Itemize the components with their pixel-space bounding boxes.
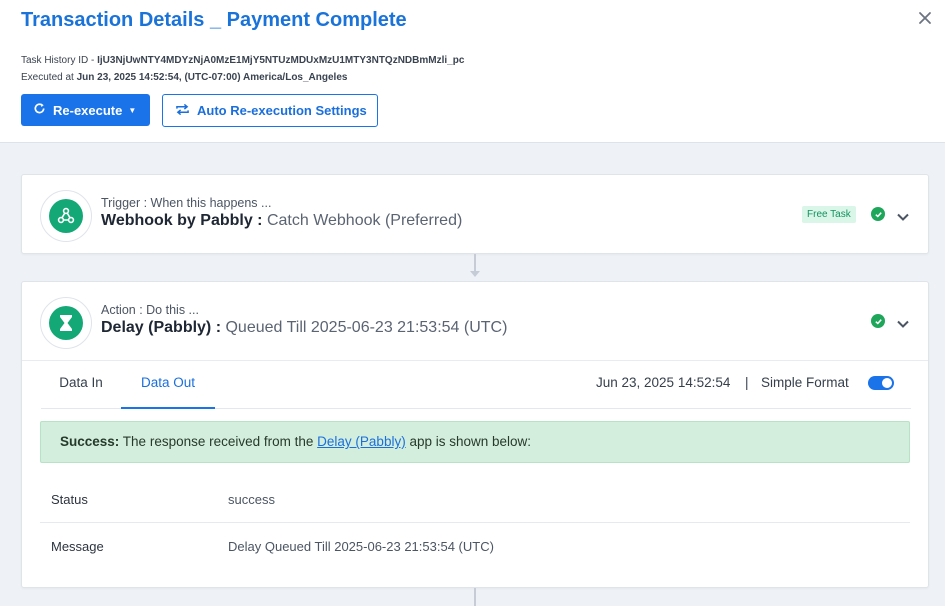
- auto-settings-label: Auto Re-execution Settings: [197, 103, 367, 118]
- toggle-knob: [882, 378, 892, 388]
- task-history-value: IjU3NjUwNTY4MDYzNjA0MzE1MjY5NTUzMDUxMzU1…: [97, 55, 465, 66]
- row-value: Delay Queued Till 2025-06-23 21:53:54 (U…: [228, 539, 494, 554]
- success-text-after: app is shown below:: [405, 434, 532, 449]
- modal-header: Transaction Details _ Payment Complete T…: [0, 0, 945, 143]
- trigger-step-card[interactable]: Trigger : When this happens ... Webhook …: [21, 174, 929, 254]
- hourglass-icon: [49, 306, 83, 340]
- action-label: Action : Do this ...: [101, 303, 199, 317]
- chevron-down-icon[interactable]: [896, 316, 910, 328]
- executed-value: Jun 23, 2025 14:52:54, (UTC-07:00) Ameri…: [76, 72, 348, 83]
- task-history-id: Task History ID - IjU3NjUwNTY4MDYzNjA0Mz…: [21, 55, 464, 66]
- execution-timestamp: Jun 23, 2025 14:52:54: [596, 375, 731, 390]
- action-step-card: Action : Do this ... Delay (Pabbly) : Qu…: [21, 281, 929, 588]
- chevron-down-icon[interactable]: [896, 209, 910, 221]
- step-connector: [474, 588, 476, 606]
- reexecute-label: Re-execute: [53, 102, 123, 118]
- tab-data-out[interactable]: Data Out: [121, 361, 215, 409]
- task-history-label: Task History ID -: [21, 55, 98, 66]
- reexecute-button[interactable]: Re-execute ▼: [21, 94, 150, 126]
- connector-arrow-icon: [470, 271, 480, 277]
- trigger-event-name: Catch Webhook (Preferred): [266, 212, 463, 229]
- executed-at: Executed at Jun 23, 2025 14:52:54, (UTC-…: [21, 72, 347, 83]
- success-alert: Success: The response received from the …: [40, 421, 910, 463]
- table-row: Status success: [40, 476, 910, 523]
- row-value: success: [228, 492, 275, 507]
- repeat-icon: [175, 103, 190, 119]
- caret-down-icon: ▼: [128, 105, 137, 115]
- page-title: Transaction Details _ Payment Complete: [21, 9, 407, 31]
- refresh-icon: [33, 102, 46, 118]
- action-name: Delay (Pabbly) : Queued Till 2025-06-23 …: [101, 319, 507, 337]
- row-key: Status: [51, 492, 88, 507]
- success-text-before: The response received from the: [119, 434, 318, 449]
- trigger-label: Trigger : When this happens ...: [101, 196, 272, 210]
- action-app-icon: [40, 297, 92, 349]
- row-key: Message: [51, 539, 104, 554]
- executed-label: Executed at: [21, 72, 77, 83]
- simple-format-label: Simple Format: [761, 375, 849, 390]
- close-icon[interactable]: [916, 10, 934, 28]
- separator: |: [745, 375, 749, 390]
- check-circle-icon: [871, 314, 885, 328]
- app-link[interactable]: Delay (Pabbly): [317, 434, 406, 449]
- auto-reexecution-settings-button[interactable]: Auto Re-execution Settings: [162, 94, 378, 127]
- success-strong: Success:: [60, 434, 120, 449]
- tab-data-in[interactable]: Data In: [41, 361, 121, 409]
- action-app-name: Delay (Pabbly) :: [101, 319, 222, 336]
- simple-format-toggle[interactable]: [868, 376, 894, 390]
- free-task-badge: Free Task: [802, 206, 856, 223]
- webhook-icon: [49, 199, 83, 233]
- trigger-app-name: Webhook by Pabbly :: [101, 212, 263, 229]
- action-event-name: Queued Till 2025-06-23 21:53:54 (UTC): [225, 319, 508, 336]
- table-row: Message Delay Queued Till 2025-06-23 21:…: [40, 523, 910, 570]
- data-tabs: Data In Data Out Jun 23, 2025 14:52:54 |…: [41, 361, 911, 409]
- trigger-app-icon: [40, 190, 92, 242]
- trigger-name: Webhook by Pabbly : Catch Webhook (Prefe…: [101, 212, 462, 230]
- check-circle-icon: [871, 207, 885, 221]
